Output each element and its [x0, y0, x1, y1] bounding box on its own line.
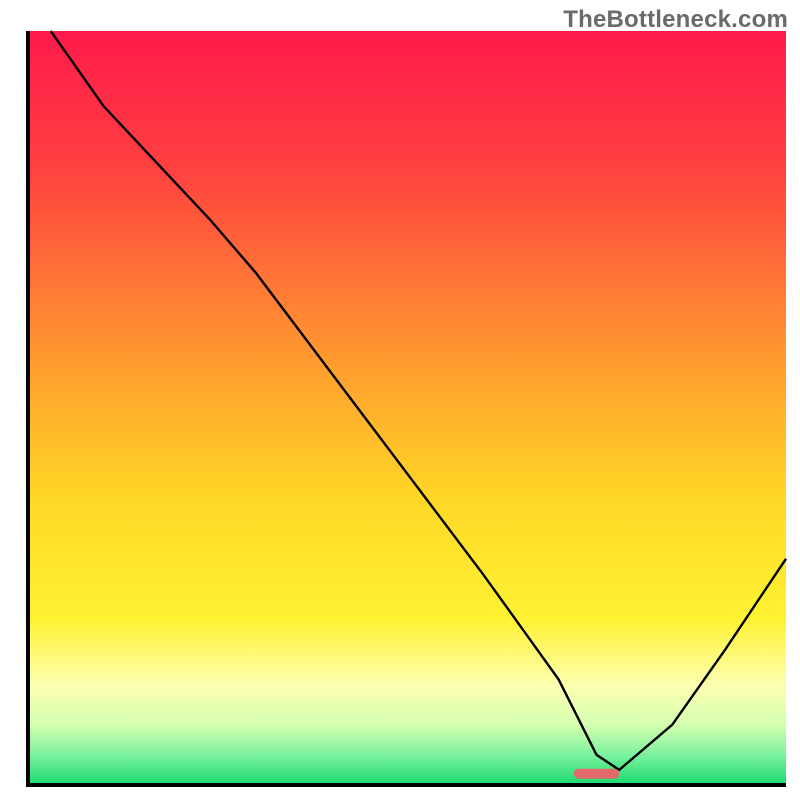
- optimal-range-marker: [574, 769, 619, 779]
- chart-background-gradient: [28, 31, 786, 785]
- watermark-text: TheBottleneck.com: [563, 6, 788, 34]
- chart-svg: [0, 0, 800, 800]
- bottleneck-chart: TheBottleneck.com: [0, 0, 800, 800]
